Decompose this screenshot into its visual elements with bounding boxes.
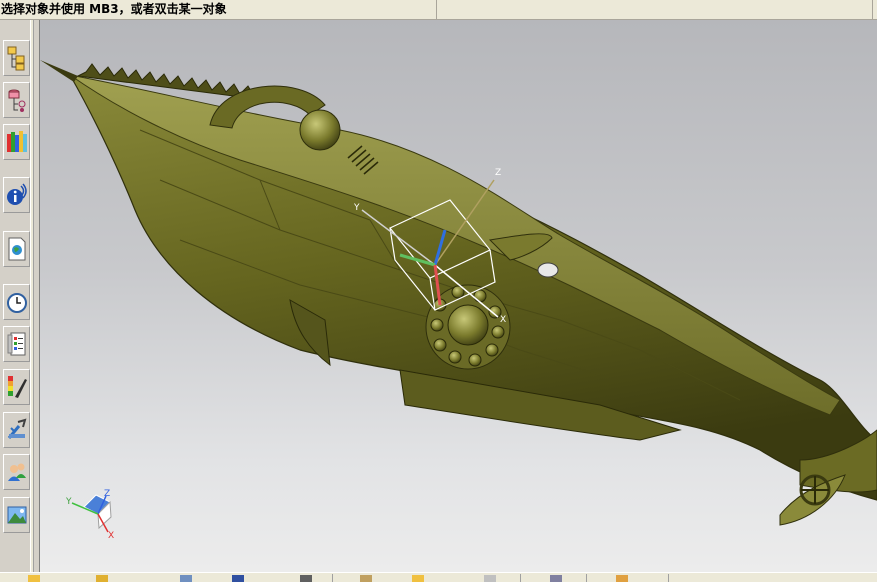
user-roles-icon: [7, 463, 26, 481]
hd3d-tools-button[interactable]: [3, 177, 30, 213]
info-signal-icon: [6, 183, 27, 205]
process-studio-button[interactable]: [3, 326, 30, 362]
library-books-icon: [6, 131, 27, 152]
globe-page-icon: [8, 237, 25, 261]
assembly-navigator-button[interactable]: [3, 40, 30, 76]
bow-ram: [40, 60, 78, 82]
redo-icon[interactable]: [180, 575, 192, 582]
toolbar-separator: [586, 574, 587, 582]
submarine-model[interactable]: Z Y X Z Y X: [40, 20, 877, 572]
folder-icon[interactable]: [412, 575, 424, 582]
web-browser-button[interactable]: [3, 231, 30, 267]
visualization-button[interactable]: [3, 369, 30, 405]
roles-button[interactable]: [3, 454, 30, 490]
view-y-label: Y: [65, 497, 72, 507]
bottom-toolbar: [0, 572, 877, 582]
salon-window-dome: [447, 304, 489, 346]
landscape-icon: [7, 506, 26, 524]
view-x-label: X: [108, 531, 114, 541]
clock-icon: [6, 293, 27, 313]
stern-viewport: [537, 262, 559, 278]
pilot-dome: [299, 109, 341, 151]
tools-icon: [7, 418, 26, 439]
cue-prompt: 选择对象并使用 MB3，或者双击某一对象: [0, 0, 437, 19]
folder-star-icon[interactable]: [96, 575, 108, 582]
cross-cursor-icon[interactable]: [300, 575, 312, 582]
color-palette-icon: [7, 376, 27, 398]
open-folder-icon[interactable]: [28, 575, 40, 582]
view-icon[interactable]: [484, 575, 496, 582]
cue-line: 选择对象并使用 MB3，或者双击某一对象: [0, 0, 877, 20]
resource-bar-splitter[interactable]: [30, 20, 34, 572]
history-button[interactable]: [3, 284, 30, 320]
reuse-library-button[interactable]: [3, 124, 30, 160]
toolbar-separator: [332, 574, 333, 582]
graphics-window[interactable]: Z Y X Z Y X: [40, 20, 877, 572]
view-triad: Z Y X: [65, 489, 114, 541]
part-navigator-icon: [8, 89, 25, 112]
wcs-x-label: X: [500, 315, 506, 325]
assembly-navigator-icon: [7, 46, 24, 71]
render-icon[interactable]: [550, 575, 562, 582]
view-z-label: Z: [104, 489, 110, 499]
status-line: [437, 0, 873, 19]
resource-bar: [0, 20, 40, 572]
system-scenes-button[interactable]: [3, 497, 30, 533]
wcs-z-label: Z: [495, 168, 501, 178]
wcs-y-label: Y: [353, 203, 360, 213]
roles-tools-button[interactable]: [3, 412, 30, 448]
toolbar-separator: [520, 574, 521, 582]
layer-icon[interactable]: [616, 575, 628, 582]
select-cursor-icon[interactable]: [232, 575, 244, 582]
checklist-icon: [7, 332, 25, 356]
part-navigator-button[interactable]: [3, 82, 30, 118]
toolbar-separator: [668, 574, 669, 582]
snap-icon[interactable]: [360, 575, 372, 582]
